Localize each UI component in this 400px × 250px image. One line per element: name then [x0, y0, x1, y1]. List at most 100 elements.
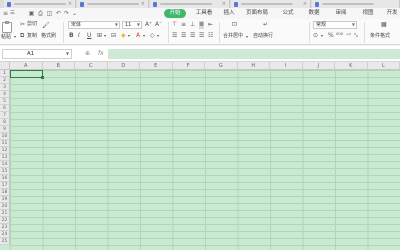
document-tab[interactable]: × [4, 0, 76, 8]
chevron-down-icon[interactable]: ▾ [246, 33, 248, 41]
tab-home[interactable]: 开始 [164, 9, 186, 18]
align-bottom-icon[interactable]: ⊥ [190, 21, 195, 29]
print-icon[interactable]: ⎙ [37, 10, 44, 17]
selected-cell[interactable] [10, 70, 44, 79]
tab-review[interactable]: 审阅 [333, 9, 349, 18]
chevron-down-icon[interactable]: ▾ [128, 32, 130, 40]
column-header-c[interactable]: C [75, 62, 108, 70]
merge-icon[interactable]: ⊟ [111, 32, 116, 40]
tab-developer[interactable]: 开发 [384, 9, 400, 18]
row-header-24[interactable]: 24 [0, 231, 10, 238]
tab-data[interactable]: 数据 [306, 9, 322, 18]
row-header-2[interactable]: 2 [0, 77, 10, 84]
row-header-15[interactable]: 15 [0, 168, 10, 175]
close-icon[interactable]: × [68, 0, 72, 8]
column-header-i[interactable]: I [270, 62, 303, 70]
row-header-10[interactable]: 10 [0, 133, 10, 140]
row-header-4[interactable]: 4 [0, 91, 10, 98]
document-tab[interactable] [312, 0, 400, 8]
row-header-20[interactable]: 20 [0, 203, 10, 210]
thousands-icon[interactable]: ⁰⁰⁰ [336, 32, 343, 40]
file-menu[interactable]: 三 [10, 10, 15, 17]
tab-formulas[interactable]: 公式 [280, 9, 296, 18]
zoom-icon[interactable]: ⊕ [85, 49, 90, 59]
copy-icon[interactable]: ⧉ [20, 32, 24, 40]
name-box[interactable]: A1 ▼ [2, 49, 72, 59]
align-middle-icon[interactable]: ≡ [181, 21, 186, 29]
chevron-down-icon[interactable]: ▾ [104, 32, 106, 40]
row-header-13[interactable]: 13 [0, 154, 10, 161]
cell-area[interactable] [10, 70, 400, 250]
font-color-icon[interactable]: A [136, 32, 140, 40]
merge-center-icon[interactable]: ⊡ [232, 21, 237, 29]
preview-icon[interactable]: ◫ [46, 10, 53, 17]
row-header-18[interactable]: 18 [0, 189, 10, 196]
currency-icon[interactable]: ⊙ [313, 32, 318, 40]
increase-decimal-icon[interactable]: ⁺⁰ [346, 32, 351, 40]
row-header-7[interactable]: 7 [0, 112, 10, 119]
column-header-e[interactable]: E [140, 62, 173, 70]
orientation-icon[interactable]: ≣ [199, 21, 205, 29]
document-tab[interactable]: × [231, 0, 311, 8]
row-header-5[interactable]: 5 [0, 98, 10, 105]
format-painter-button[interactable]: 格式刷 [41, 33, 56, 40]
conditional-format-button[interactable]: 条件格式 [370, 33, 390, 40]
column-header-f[interactable]: F [172, 62, 205, 70]
select-all-corner[interactable] [0, 62, 10, 70]
wrap-text-button[interactable]: 自动换行 [253, 33, 273, 40]
paste-icon[interactable] [2, 21, 12, 33]
align-left-icon[interactable]: ☰ [172, 32, 177, 40]
close-icon[interactable]: × [222, 0, 226, 8]
chevron-down-icon[interactable]: ▾ [157, 32, 159, 40]
redo-icon[interactable]: ↷ [63, 10, 70, 17]
document-tab[interactable]: × [150, 0, 230, 8]
row-header-19[interactable]: 19 [0, 196, 10, 203]
row-header-25[interactable]: 25 [0, 238, 10, 245]
undo-icon[interactable]: ↶ [55, 10, 62, 17]
decrease-font-icon[interactable]: A⁻ [155, 21, 162, 29]
formula-input[interactable] [108, 49, 400, 59]
row-header-11[interactable]: 11 [0, 140, 10, 147]
column-header-d[interactable]: D [107, 62, 140, 70]
justify-icon[interactable]: ☰ [199, 32, 204, 40]
row-header-9[interactable]: 9 [0, 126, 10, 133]
column-header-k[interactable]: K [335, 62, 368, 70]
menu-icon[interactable]: ≡ [2, 10, 9, 17]
align-right-icon[interactable]: ☰ [190, 32, 195, 40]
align-center-icon[interactable]: ☰ [181, 32, 186, 40]
column-header-j[interactable]: J [302, 62, 335, 70]
row-header-23[interactable]: 23 [0, 224, 10, 231]
percent-icon[interactable]: % [328, 32, 334, 40]
fx-icon[interactable]: fx [98, 49, 104, 59]
conditional-format-icon[interactable]: ▦ [381, 21, 387, 29]
column-header-a[interactable]: A [10, 62, 43, 70]
merge-center-button[interactable]: 合并居中 [223, 33, 243, 40]
row-header-16[interactable]: 16 [0, 175, 10, 182]
fill-color-icon[interactable]: ◈ [121, 32, 126, 40]
row-header-12[interactable]: 12 [0, 147, 10, 154]
tab-page-layout[interactable]: 页面布局 [242, 9, 272, 18]
italic-button[interactable]: I [78, 32, 80, 40]
paste-dropdown-icon[interactable]: ▾ [14, 33, 16, 41]
font-family-select[interactable]: 宋体 ▼ [68, 21, 120, 29]
increase-font-icon[interactable]: A⁺ [145, 21, 152, 29]
document-tab[interactable]: × [77, 0, 149, 8]
row-header-17[interactable]: 17 [0, 182, 10, 189]
tab-insert[interactable]: 插入 [221, 9, 237, 18]
row-header-22[interactable]: 22 [0, 217, 10, 224]
wrap-text-icon[interactable]: ↵ [263, 21, 268, 29]
save-icon[interactable]: ▣ [28, 10, 35, 17]
cut-icon[interactable]: ✂ [20, 21, 25, 29]
distributed-icon[interactable]: ☷ [208, 32, 213, 40]
bold-button[interactable]: B [69, 32, 74, 40]
decrease-decimal-icon[interactable]: ⁰₀ [354, 32, 358, 40]
column-header-b[interactable]: B [42, 62, 75, 70]
chevron-down-icon[interactable]: ▾ [321, 32, 323, 40]
row-header-8[interactable]: 8 [0, 119, 10, 126]
row-header-3[interactable]: 3 [0, 84, 10, 91]
row-header-21[interactable]: 21 [0, 210, 10, 217]
column-header-l[interactable]: L [367, 62, 400, 70]
cut-button[interactable]: 剪切 [27, 21, 37, 28]
row-header-14[interactable]: 14 [0, 161, 10, 168]
clear-format-icon[interactable]: ◇ [150, 32, 155, 40]
